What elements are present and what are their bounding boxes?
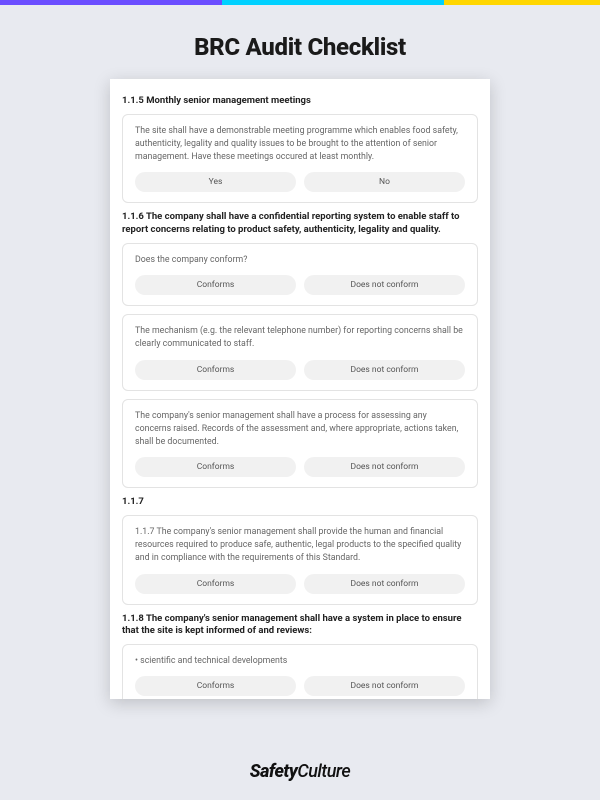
question-text: The mechanism (e.g. the relevant telepho… — [135, 325, 465, 351]
option-row: Conforms Does not conform — [135, 457, 465, 477]
section-heading: 1.1.7 — [122, 496, 478, 509]
question-card: 1.1.7 The company's senior management sh… — [122, 515, 478, 605]
stripe-segment — [0, 0, 222, 5]
option-conforms[interactable]: Conforms — [135, 574, 296, 594]
option-no[interactable]: No — [304, 172, 465, 192]
option-conforms[interactable]: Conforms — [135, 457, 296, 477]
checklist-sheet: 1.1.5 Monthly senior management meetings… — [110, 79, 490, 699]
page-title: BRC Audit Checklist — [0, 33, 600, 61]
option-does-not-conform[interactable]: Does not conform — [304, 360, 465, 380]
option-row: Conforms Does not conform — [135, 360, 465, 380]
stripe-segment — [444, 0, 600, 5]
question-card: The company's senior management shall ha… — [122, 399, 478, 489]
option-conforms[interactable]: Conforms — [135, 676, 296, 696]
option-row: Conforms Does not conform — [135, 574, 465, 594]
question-text: • scientific and technical developments — [135, 655, 465, 668]
section-heading: 1.1.6 The company shall have a confident… — [122, 211, 478, 237]
brand-part2: Culture — [297, 761, 350, 782]
question-card: • scientific and technical developments … — [122, 644, 478, 699]
brand-logo: SafetyCulture — [0, 761, 600, 782]
question-card: The site shall have a demonstrable meeti… — [122, 114, 478, 204]
question-card: The mechanism (e.g. the relevant telepho… — [122, 314, 478, 390]
option-conforms[interactable]: Conforms — [135, 275, 296, 295]
section-heading: 1.1.5 Monthly senior management meetings — [122, 95, 478, 108]
option-row: Yes No — [135, 172, 465, 192]
option-does-not-conform[interactable]: Does not conform — [304, 275, 465, 295]
option-yes[interactable]: Yes — [135, 172, 296, 192]
question-text: Does the company conform? — [135, 254, 465, 267]
question-text: 1.1.7 The company's senior management sh… — [135, 526, 465, 566]
question-text: The site shall have a demonstrable meeti… — [135, 125, 465, 165]
option-row: Conforms Does not conform — [135, 275, 465, 295]
question-text: The company's senior management shall ha… — [135, 410, 465, 450]
question-card: Does the company conform? Conforms Does … — [122, 243, 478, 306]
option-conforms[interactable]: Conforms — [135, 360, 296, 380]
option-does-not-conform[interactable]: Does not conform — [304, 574, 465, 594]
brand-stripe — [0, 0, 600, 5]
section-heading: 1.1.8 The company's senior management sh… — [122, 613, 478, 639]
brand-part1: Safety — [250, 761, 298, 782]
option-does-not-conform[interactable]: Does not conform — [304, 676, 465, 696]
option-does-not-conform[interactable]: Does not conform — [304, 457, 465, 477]
stripe-segment — [222, 0, 444, 5]
option-row: Conforms Does not conform — [135, 676, 465, 696]
